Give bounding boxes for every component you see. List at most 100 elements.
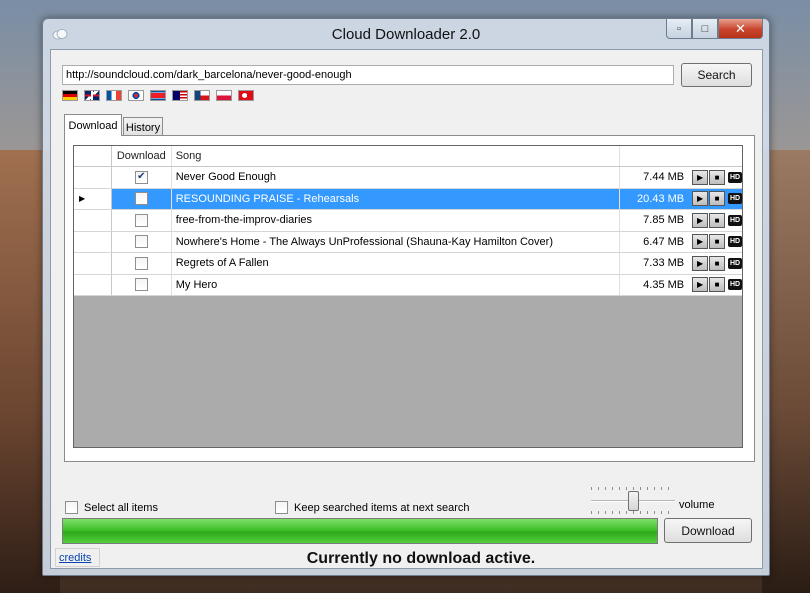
table-row[interactable]: Nowhere's Home - The Always UnProfession… xyxy=(74,231,742,253)
playback-controls: ▶ ■ HD xyxy=(690,167,742,188)
row-header-cell[interactable]: ▶ xyxy=(74,188,112,209)
volume-slider[interactable] xyxy=(589,482,679,518)
song-size: 4.35 MB xyxy=(643,278,685,291)
download-checkbox[interactable] xyxy=(134,256,148,270)
stop-button[interactable]: ■ xyxy=(709,234,726,250)
download-cell[interactable] xyxy=(112,188,172,209)
play-icon: ▶ xyxy=(697,172,704,182)
german-flag-icon[interactable] xyxy=(62,90,78,101)
download-button[interactable]: Download xyxy=(664,518,752,543)
keep-searched-checkbox[interactable] xyxy=(275,501,288,514)
stop-icon: ■ xyxy=(714,215,720,225)
download-tab-panel: Download Song ✔ Never Good Enough 7.44 MB ▶… xyxy=(64,135,755,462)
hd-badge[interactable]: HD xyxy=(728,236,742,248)
song-title: free-from-the-improv-diaries xyxy=(172,210,621,231)
column-header-controls xyxy=(690,146,742,166)
stop-button[interactable]: ■ xyxy=(709,169,726,185)
stop-button[interactable]: ■ xyxy=(709,277,726,293)
select-all-checkbox[interactable] xyxy=(65,501,78,514)
download-cell[interactable]: ✔ xyxy=(112,167,172,188)
table-row[interactable]: My Hero 4.35 MB ▶ ■ HD xyxy=(74,274,742,296)
play-button[interactable]: ▶ xyxy=(692,277,709,293)
song-size: 7.85 MB xyxy=(643,214,685,227)
minimize-button[interactable]: ▫ xyxy=(666,19,692,39)
play-button[interactable]: ▶ xyxy=(692,234,709,250)
column-header-song[interactable]: Song xyxy=(172,146,621,166)
row-header-cell[interactable] xyxy=(74,167,112,188)
maximize-button[interactable]: □ xyxy=(692,19,718,39)
column-header-download[interactable]: Download xyxy=(112,146,172,166)
app-window: Cloud Downloader 2.0 ▫ □ ✕ Search Downlo… xyxy=(42,18,770,576)
north-korea-flag-icon[interactable] xyxy=(150,90,166,101)
row-header-cell[interactable] xyxy=(74,210,112,231)
playback-controls: ▶ ■ HD xyxy=(690,210,742,231)
select-all-label: Select all items xyxy=(84,501,158,514)
songs-grid: Download Song ✔ Never Good Enough 7.44 MB ▶… xyxy=(73,145,743,448)
stop-icon: ■ xyxy=(714,280,720,290)
row-header-cell[interactable] xyxy=(74,231,112,252)
download-checkbox[interactable] xyxy=(134,213,148,227)
search-button[interactable]: Search xyxy=(681,63,752,87)
uk-flag-icon[interactable] xyxy=(84,90,100,101)
hd-badge[interactable]: HD xyxy=(728,279,742,291)
table-row[interactable]: ▶ RESOUNDING PRAISE - Rehearsals 20.43 MB ▶… xyxy=(74,188,742,210)
hd-badge[interactable]: HD xyxy=(728,214,742,226)
download-cell[interactable] xyxy=(112,231,172,252)
stop-icon: ■ xyxy=(714,194,720,204)
turkey-flag-icon[interactable] xyxy=(238,90,254,101)
download-checkbox[interactable] xyxy=(134,235,148,249)
table-row[interactable]: ✔ Never Good Enough 7.44 MB ▶ ■ HD xyxy=(74,167,742,189)
download-checkbox[interactable]: ✔ xyxy=(134,170,148,184)
keep-searched-option[interactable]: Keep searched items at next search xyxy=(275,501,469,514)
stop-button[interactable]: ■ xyxy=(709,255,726,271)
credits-link[interactable]: credits xyxy=(59,552,91,564)
download-cell[interactable] xyxy=(112,253,172,274)
song-size: 7.33 MB xyxy=(643,257,685,270)
column-header-size[interactable] xyxy=(620,146,690,166)
download-cell[interactable] xyxy=(112,210,172,231)
play-button[interactable]: ▶ xyxy=(692,191,709,207)
stop-button[interactable]: ■ xyxy=(709,212,726,228)
song-title: Never Good Enough xyxy=(172,167,621,188)
south-korea-flag-icon[interactable] xyxy=(128,90,144,101)
select-all-option[interactable]: Select all items xyxy=(65,501,158,514)
volume-ticks-bottom xyxy=(591,511,675,514)
close-icon: ✕ xyxy=(735,20,746,36)
malaysia-flag-icon[interactable] xyxy=(172,90,188,101)
title-bar[interactable]: Cloud Downloader 2.0 ▫ □ ✕ xyxy=(43,19,769,49)
volume-thumb[interactable] xyxy=(627,491,639,511)
french-flag-icon[interactable] xyxy=(106,90,122,101)
url-input[interactable] xyxy=(62,65,674,85)
language-flags xyxy=(62,90,254,101)
maximize-icon: □ xyxy=(701,22,709,35)
download-checkbox[interactable] xyxy=(134,192,148,206)
download-checkbox[interactable] xyxy=(134,278,148,292)
play-icon: ▶ xyxy=(697,215,704,225)
poland-flag-icon[interactable] xyxy=(216,90,232,101)
song-size: 6.47 MB xyxy=(643,235,685,248)
hd-badge[interactable]: HD xyxy=(728,171,742,183)
hd-badge[interactable]: HD xyxy=(728,257,742,269)
playback-controls: ▶ ■ HD xyxy=(690,189,742,210)
stop-icon: ■ xyxy=(714,258,720,268)
czech-flag-icon[interactable] xyxy=(194,90,210,101)
download-cell[interactable] xyxy=(112,274,172,295)
play-button[interactable]: ▶ xyxy=(692,255,709,271)
grid-header: Download Song xyxy=(74,146,742,167)
song-size: 7.44 MB xyxy=(643,171,685,184)
table-row[interactable]: Regrets of A Fallen 7.33 MB ▶ ■ HD xyxy=(74,253,742,275)
play-icon: ▶ xyxy=(697,280,704,290)
download-progress-bar xyxy=(62,518,658,544)
tab-download[interactable]: Download xyxy=(64,114,122,136)
play-icon: ▶ xyxy=(697,237,704,247)
close-button[interactable]: ✕ xyxy=(718,19,763,39)
hd-badge[interactable]: HD xyxy=(728,193,742,205)
table-row[interactable]: free-from-the-improv-diaries 7.85 MB ▶ ■ HD xyxy=(74,210,742,232)
current-row-arrow-icon: ▶ xyxy=(79,194,86,204)
play-button[interactable]: ▶ xyxy=(692,212,709,228)
tab-history[interactable]: History xyxy=(123,117,163,137)
row-header-cell[interactable] xyxy=(74,274,112,295)
play-button[interactable]: ▶ xyxy=(692,169,709,185)
row-header-cell[interactable] xyxy=(74,253,112,274)
stop-button[interactable]: ■ xyxy=(709,191,726,207)
